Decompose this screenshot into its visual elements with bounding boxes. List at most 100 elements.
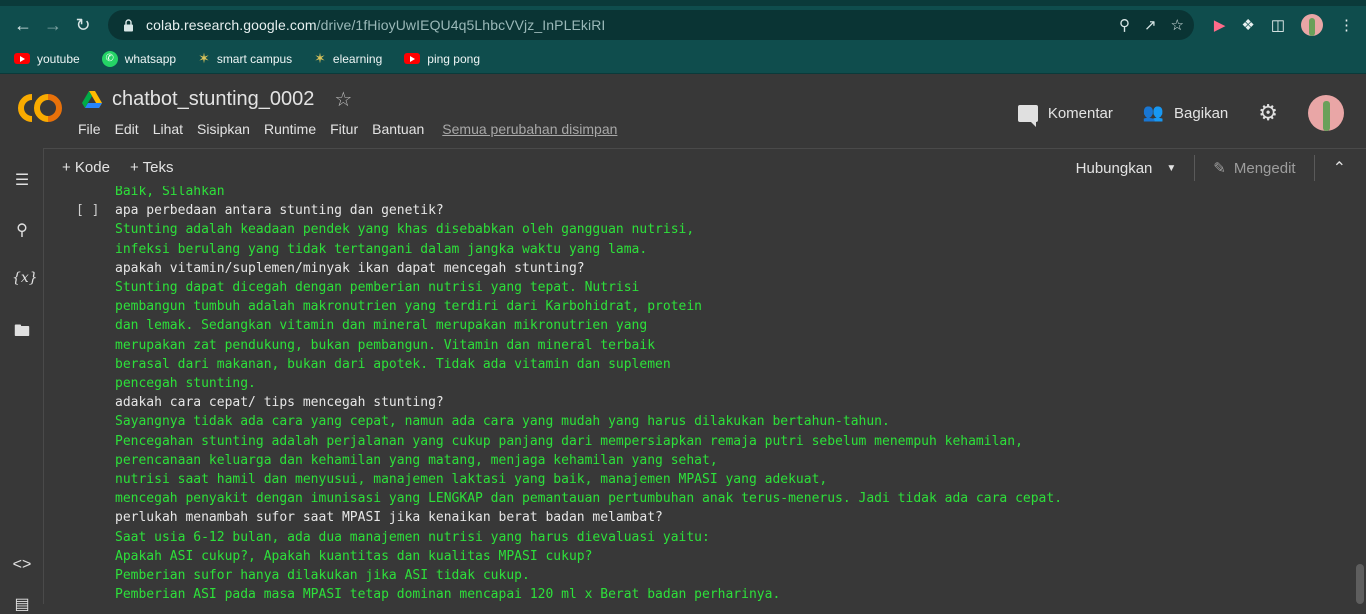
menu-runtime[interactable]: Runtime xyxy=(264,121,316,137)
menu-view[interactable]: Lihat xyxy=(153,121,183,137)
bookmark-smart-campus[interactable]: ✶ smart campus xyxy=(198,50,292,67)
answer-line: Stunting adalah keadaan pendek yang khas… xyxy=(115,222,695,238)
answer-line: berasal dari makanan, bukan dari apotek.… xyxy=(115,356,671,372)
side-panel-icon[interactable]: ◫ xyxy=(1271,16,1285,34)
answer-line: Pencegahan stunting adalah perjalanan ya… xyxy=(115,433,1023,449)
answer-line: Stunting dapat dicegah dengan pemberian … xyxy=(115,280,640,296)
menu-bar: File Edit Lihat Sisipkan Runtime Fitur B… xyxy=(78,121,617,137)
scrollbar[interactable] xyxy=(1356,564,1364,604)
share-button[interactable]: 👥 Bagikan xyxy=(1143,103,1228,123)
cell-toolbar: + Kode + Teks Hubungkan ▼ ✎ Mengedit ⌃ xyxy=(44,148,1366,186)
question-line: apakah vitamin/suplemen/minyak ikan dapa… xyxy=(115,260,585,276)
answer-line: Apakah ASI cukup?, Apakah kuantitas dan … xyxy=(115,548,593,564)
menu-help[interactable]: Bantuan xyxy=(372,121,424,137)
bookmark-label: elearning xyxy=(332,51,383,66)
question-line: perlukah menambah sufor saat MPASI jika … xyxy=(115,510,663,526)
answer-line: dan lemak. Sedangkan vitamin dan mineral… xyxy=(115,318,648,334)
save-status[interactable]: Semua perubahan disimpan xyxy=(442,121,617,137)
bookmark-label: ping pong xyxy=(427,51,480,66)
question-line: adakah cara cepat/ tips mencegah stuntin… xyxy=(115,395,444,411)
connect-label: Hubungkan xyxy=(1075,159,1153,177)
answer-line: Baik, Silahkan xyxy=(115,186,225,199)
answer-line: Saat usia 6-12 bulan, ada dua manajemen … xyxy=(115,529,710,545)
answer-line: Sayangnya tidak ada cara yang cepat, nam… xyxy=(115,414,890,430)
chevron-up-icon[interactable]: ⌃ xyxy=(1333,158,1346,178)
menu-insert[interactable]: Sisipkan xyxy=(197,121,250,137)
url-domain: colab.research.google.com xyxy=(146,17,317,33)
share-icon[interactable]: ↗ xyxy=(1144,16,1157,34)
terminal-icon[interactable]: ▤ xyxy=(12,594,32,614)
settings-gear-icon[interactable]: ⚙ xyxy=(1258,100,1278,126)
variables-icon[interactable]: {x} xyxy=(12,270,38,286)
url-text[interactable]: colab.research.google.com/drive/1fHioyUw… xyxy=(146,17,605,33)
answer-line: Pemberian ASI pada masa MPASI tetap domi… xyxy=(115,587,781,603)
answer-line: pembangun tumbuh adalah makronutrien yan… xyxy=(115,299,702,315)
menu-tools[interactable]: Fitur xyxy=(330,121,358,137)
question-line: apa perbedaan antara stunting dan geneti… xyxy=(115,203,444,219)
answer-line: nutrisi saat hamil dan menyusui, manajem… xyxy=(115,472,828,488)
bookmark-label: youtube xyxy=(37,51,80,66)
more-menu-icon[interactable]: ⋮ xyxy=(1339,16,1354,34)
bookmark-youtube[interactable]: youtube xyxy=(14,52,80,66)
reload-icon[interactable]: ↻ xyxy=(68,10,98,40)
profile-avatar[interactable] xyxy=(1301,14,1323,36)
menu-edit[interactable]: Edit xyxy=(115,121,139,137)
add-code-button[interactable]: + Kode xyxy=(62,159,110,176)
bookmarks-bar: youtube ✆ whatsapp ✶ smart campus ✶ elearni… xyxy=(0,44,1366,74)
whatsapp-icon: ✆ xyxy=(101,50,118,67)
answer-line: Pemberian sufor hanya dilakukan jika ASI… xyxy=(115,568,530,584)
url-path: /drive/1fHioyUwIEQU4q5LhbcVVjz_InPLEkiRI xyxy=(316,17,606,33)
divider xyxy=(1194,155,1196,181)
editing-mode-button[interactable]: ✎ Mengedit xyxy=(1213,159,1296,178)
run-cell-button[interactable]: [ ] xyxy=(76,203,99,218)
connect-button[interactable]: Hubungkan ▼ xyxy=(1076,160,1177,177)
bookmark-label: smart campus xyxy=(216,51,293,66)
code-snippets-icon[interactable]: <> xyxy=(12,556,32,574)
search-icon[interactable]: ⚲ xyxy=(12,220,32,240)
comment-label: Komentar xyxy=(1047,104,1113,122)
bookmark-star-icon[interactable]: ☆ xyxy=(1171,16,1184,34)
google-drive-icon[interactable] xyxy=(82,90,102,109)
answer-line: merupakan zat pendukung, bukan pembangun… xyxy=(115,337,656,353)
cell-output[interactable]: [ ] Baik, Silahkan apa perbedaan antara s… xyxy=(44,186,1366,604)
bookmark-whatsapp[interactable]: ✆ whatsapp xyxy=(101,50,177,67)
answer-line: pencegah stunting. xyxy=(115,376,256,392)
comment-icon xyxy=(1017,104,1038,127)
bookmark-label: whatsapp xyxy=(124,51,177,66)
editing-label: Mengedit xyxy=(1233,159,1296,177)
zoom-icon[interactable]: ⚲ xyxy=(1119,16,1130,34)
divider xyxy=(1313,155,1315,181)
answer-line: mencegah penyakit dengan imunisasi yang … xyxy=(115,491,1063,507)
colab-logo-icon[interactable] xyxy=(16,93,64,123)
extension-red-icon[interactable]: ▶ xyxy=(1214,16,1226,34)
left-sidebar: ☰ ⚲ {x} 🖿 <> ▤ xyxy=(0,148,44,613)
campus-icon: ✶ xyxy=(314,50,326,66)
lock-icon[interactable] xyxy=(120,18,136,32)
answer-line: perencanaan keluarga dan kehamilan yang … xyxy=(115,452,718,468)
puzzle-icon[interactable]: ❖ xyxy=(1241,16,1254,34)
youtube-icon xyxy=(404,53,421,64)
people-icon: 👥 xyxy=(1142,103,1165,122)
add-text-button[interactable]: + Teks xyxy=(130,159,174,176)
menu-file[interactable]: File xyxy=(78,121,101,137)
campus-icon: ✶ xyxy=(198,50,210,66)
table-of-contents-icon[interactable]: ☰ xyxy=(12,170,32,190)
bookmark-ping-pong[interactable]: ping pong xyxy=(404,52,480,66)
folder-icon[interactable]: 🖿 xyxy=(12,320,32,347)
pencil-icon: ✎ xyxy=(1213,160,1226,177)
user-avatar[interactable] xyxy=(1308,95,1344,131)
answer-line: infeksi berulang yang tidak tertangani d… xyxy=(115,241,648,257)
star-icon[interactable]: ☆ xyxy=(334,87,352,112)
address-bar[interactable]: colab.research.google.com/drive/1fHioyUw… xyxy=(108,10,1194,40)
output-lines: Baik, Silahkan apa perbedaan antara stunt… xyxy=(115,186,1062,604)
chevron-down-icon: ▼ xyxy=(1166,162,1177,174)
youtube-icon xyxy=(14,53,30,64)
back-arrow-icon[interactable]: ← xyxy=(8,10,38,40)
forward-arrow-icon[interactable]: → xyxy=(38,10,68,40)
bookmark-elearning[interactable]: ✶ elearning xyxy=(314,50,382,67)
colab-header: chatbot_stunting_0002 ☆ File Edit Lihat … xyxy=(0,75,1366,147)
share-label: Bagikan xyxy=(1174,104,1229,122)
browser-toolbar: ← → ↻ colab.research.google.com/drive/1f… xyxy=(0,6,1366,44)
notebook-title[interactable]: chatbot_stunting_0002 xyxy=(112,88,314,111)
comment-button[interactable]: Komentar xyxy=(1017,104,1113,127)
